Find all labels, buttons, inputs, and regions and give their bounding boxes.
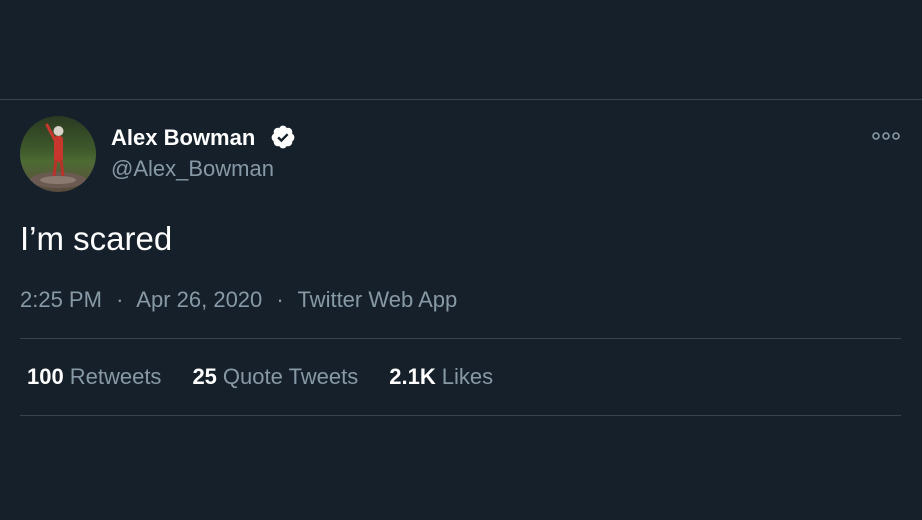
likes-count: 2.1K [389, 364, 436, 389]
meta-separator: · [116, 287, 124, 312]
tweet-source[interactable]: Twitter Web App [297, 287, 457, 312]
avatar-photo [30, 123, 86, 188]
author-display-name[interactable]: Alex Bowman [111, 125, 255, 151]
quote-tweets-stat[interactable]: 25 Quote Tweets [192, 364, 358, 390]
retweets-label: Retweets [69, 364, 162, 389]
meta-separator: · [276, 287, 284, 312]
likes-label: Likes [441, 364, 494, 389]
avatar[interactable] [20, 116, 96, 192]
more-options-icon[interactable] [871, 128, 901, 144]
author-handle[interactable]: @Alex_Bowman [111, 156, 274, 182]
tweet-page: Alex Bowman @Alex_Bowman I’m scared 2:25… [0, 0, 922, 520]
top-divider [0, 99, 922, 100]
tweet-meta: 2:25 PM · Apr 26, 2020 · Twitter Web App [20, 287, 457, 313]
stats-top-divider [20, 338, 901, 339]
verified-badge-icon [271, 125, 295, 149]
tweet-time[interactable]: 2:25 PM [20, 287, 102, 312]
retweets-stat[interactable]: 100 Retweets [27, 364, 161, 390]
stats-bottom-divider [20, 415, 901, 416]
engagement-stats: 100 Retweets 25 Quote Tweets 2.1K Likes [27, 364, 493, 390]
quote-tweets-count: 25 [192, 364, 217, 389]
retweets-count: 100 [27, 364, 64, 389]
tweet-date[interactable]: Apr 26, 2020 [136, 287, 262, 312]
likes-stat[interactable]: 2.1K Likes [389, 364, 493, 390]
quote-tweets-label: Quote Tweets [222, 364, 359, 389]
tweet-text: I’m scared [20, 220, 173, 257]
